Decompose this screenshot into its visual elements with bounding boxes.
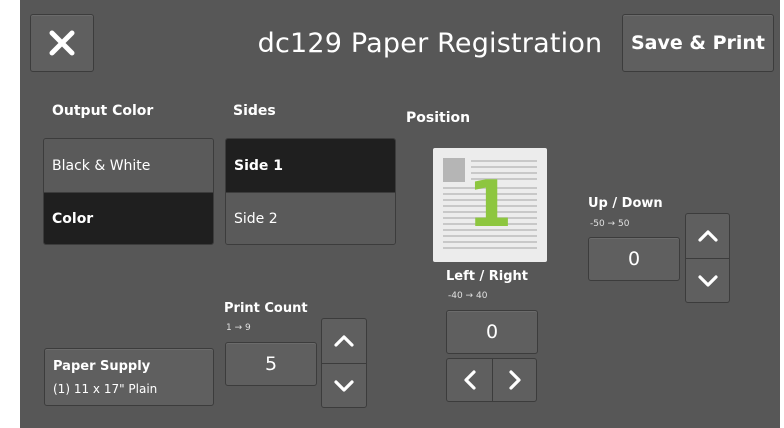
left-right-label: Left / Right bbox=[446, 269, 529, 284]
move-left-button[interactable] bbox=[447, 359, 493, 401]
left-right-arrows bbox=[446, 358, 537, 402]
move-down-button[interactable] bbox=[686, 259, 729, 302]
print-count-arrows bbox=[321, 318, 367, 408]
print-count-label: Print Count bbox=[224, 301, 308, 316]
paper-supply-button[interactable]: Paper Supply (1) 11 x 17" Plain bbox=[44, 348, 214, 406]
output-color-label: Output Color bbox=[52, 103, 154, 119]
up-down-label: Up / Down bbox=[588, 196, 663, 211]
print-count-increase-button[interactable] bbox=[322, 319, 366, 364]
close-icon bbox=[49, 30, 75, 56]
print-count-range: 1 → 9 bbox=[226, 323, 251, 333]
chevron-down-icon bbox=[334, 379, 354, 392]
move-up-button[interactable] bbox=[686, 214, 729, 259]
page-preview-graphic: 1 bbox=[443, 158, 537, 249]
app-screen: dc129 Paper Registration Save & Print Ou… bbox=[20, 0, 780, 428]
up-down-range: -50 → 50 bbox=[590, 219, 630, 229]
position-preview: 1 bbox=[433, 148, 547, 262]
position-label: Position bbox=[406, 110, 471, 126]
left-right-value[interactable]: 0 bbox=[446, 310, 538, 354]
up-down-value[interactable]: 0 bbox=[588, 237, 680, 281]
chevron-down-icon bbox=[697, 274, 718, 287]
move-right-button[interactable] bbox=[493, 359, 537, 401]
side-2-option[interactable]: Side 2 bbox=[226, 192, 395, 244]
chevron-up-icon bbox=[697, 230, 718, 242]
sides-selector: Side 1 Side 2 bbox=[225, 138, 396, 245]
sides-label: Sides bbox=[233, 103, 276, 119]
chevron-up-icon bbox=[334, 335, 354, 347]
paper-supply-value: (1) 11 x 17" Plain bbox=[53, 382, 158, 396]
chevron-left-icon bbox=[463, 370, 476, 390]
print-count-value[interactable]: 5 bbox=[225, 342, 317, 386]
save-print-button[interactable]: Save & Print bbox=[622, 14, 774, 72]
print-count-decrease-button[interactable] bbox=[322, 364, 366, 407]
side-1-option[interactable]: Side 1 bbox=[226, 139, 395, 192]
chevron-right-icon bbox=[509, 370, 521, 390]
output-color-selector: Black & White Color bbox=[43, 138, 214, 245]
output-color-color[interactable]: Color bbox=[44, 192, 213, 244]
side-number: 1 bbox=[468, 168, 513, 242]
paper-supply-title: Paper Supply bbox=[53, 359, 151, 374]
page-title: dc129 Paper Registration bbox=[257, 28, 603, 59]
output-color-black-white[interactable]: Black & White bbox=[44, 139, 213, 192]
close-button[interactable] bbox=[30, 14, 94, 72]
left-right-range: -40 → 40 bbox=[448, 291, 488, 301]
up-down-arrows bbox=[685, 213, 730, 303]
